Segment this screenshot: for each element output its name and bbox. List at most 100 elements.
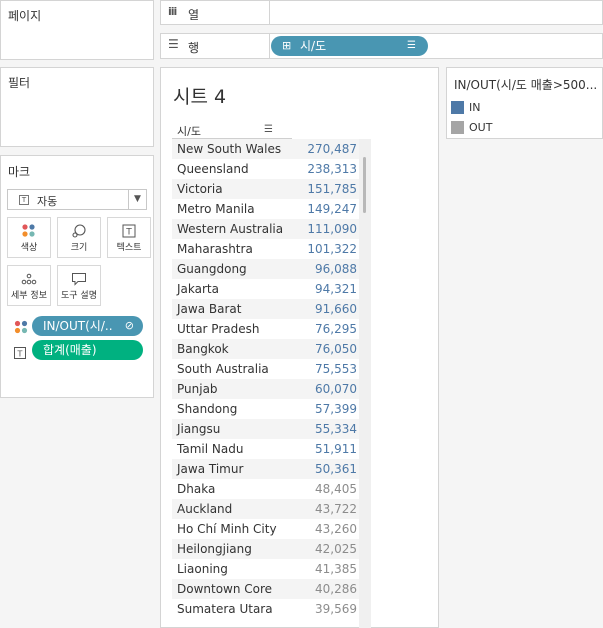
pages-card[interactable]: 페이지 bbox=[0, 0, 154, 60]
text-button[interactable]: T 텍스트 bbox=[107, 217, 151, 258]
expand-icon: ⊞ bbox=[282, 39, 292, 52]
table-row[interactable]: Sumatera Utara 39,569 bbox=[172, 599, 369, 619]
color-icon bbox=[8, 218, 50, 240]
text-icon: T bbox=[19, 195, 29, 205]
table-row[interactable]: Jakarta 94,321 bbox=[172, 279, 369, 299]
table-row[interactable]: Jiangsu 55,334 bbox=[172, 419, 369, 439]
row-region-name: Downtown Core bbox=[177, 582, 273, 596]
filters-title: 필터 bbox=[8, 76, 31, 90]
table-row[interactable]: Jawa Timur 50,361 bbox=[172, 459, 369, 479]
row-sales-value: 101,322 bbox=[307, 242, 357, 256]
row-sales-value: 48,405 bbox=[315, 482, 357, 496]
table-row[interactable]: Metro Manila 149,247 bbox=[172, 199, 369, 219]
row-region-name: Victoria bbox=[177, 182, 223, 196]
size-button[interactable]: 크기 bbox=[57, 217, 101, 258]
marks-title: 마크 bbox=[8, 165, 31, 179]
row-region-name: Metro Manila bbox=[177, 202, 255, 216]
row-sales-value: 76,050 bbox=[315, 342, 357, 356]
sort-icon[interactable]: ☰ bbox=[264, 124, 273, 135]
legend-swatch bbox=[451, 121, 464, 134]
tooltip-label: 도구 설명 bbox=[61, 291, 97, 301]
columns-label: 열 bbox=[188, 8, 200, 22]
row-sales-value: 151,785 bbox=[307, 182, 357, 196]
detail-label: 세부 정보 bbox=[11, 291, 47, 301]
text-icon: T bbox=[14, 344, 26, 363]
legend-label: OUT bbox=[469, 121, 493, 134]
detail-icon bbox=[8, 266, 50, 288]
table-row[interactable]: Western Australia 111,090 bbox=[172, 219, 369, 239]
row-region-name: Shandong bbox=[177, 402, 238, 416]
sort-icon: ☰ bbox=[407, 40, 416, 51]
sum-sales-text-pill[interactable]: 합계(매출) bbox=[32, 340, 143, 360]
filters-card[interactable]: 필터 bbox=[0, 67, 154, 147]
mark-type-dropdown[interactable]: T 자동 ▼ bbox=[7, 189, 147, 210]
text-icon: T bbox=[108, 218, 150, 240]
region-rows-pill[interactable]: ⊞ 시/도 ☰ bbox=[271, 36, 428, 56]
row-region-name: Auckland bbox=[177, 502, 233, 516]
rows-label: 행 bbox=[188, 41, 200, 55]
table-row[interactable]: Ho Chí Minh City 43,260 bbox=[172, 519, 369, 539]
table-row[interactable]: Uttar Pradesh 76,295 bbox=[172, 319, 369, 339]
row-region-name: Ho Chí Minh City bbox=[177, 522, 277, 536]
table-row[interactable]: South Australia 75,553 bbox=[172, 359, 369, 379]
table-row[interactable]: Heilongjiang 42,025 bbox=[172, 539, 369, 559]
row-sales-value: 75,553 bbox=[315, 362, 357, 376]
legend-label: IN bbox=[469, 101, 481, 114]
row-region-name: Punjab bbox=[177, 382, 218, 396]
row-sales-value: 55,334 bbox=[315, 422, 357, 436]
row-sales-value: 96,088 bbox=[315, 262, 357, 276]
tableau-workspace: 페이지 필터 마크 T 자동 ▼ 색상 크기 T 텍스트 세부 정보 도구 설명… bbox=[0, 0, 603, 628]
table-row[interactable]: Victoria 151,785 bbox=[172, 179, 369, 199]
table-row[interactable]: Queensland 238,313 bbox=[172, 159, 369, 179]
row-sales-value: 43,260 bbox=[315, 522, 357, 536]
row-sales-value: 39,569 bbox=[315, 602, 357, 616]
row-sales-value: 111,090 bbox=[307, 222, 357, 236]
row-region-name: Tamil Nadu bbox=[177, 442, 244, 456]
row-sales-value: 270,487 bbox=[307, 142, 357, 156]
legend-swatch bbox=[451, 101, 464, 114]
row-region-name: Bangkok bbox=[177, 342, 229, 356]
row-region-name: Jakarta bbox=[177, 282, 219, 296]
table-body: New South Wales 270,487 Queensland 238,313 V… bbox=[172, 139, 369, 619]
row-sales-value: 76,295 bbox=[315, 322, 357, 336]
table-row[interactable]: Auckland 43,722 bbox=[172, 499, 369, 519]
table-row[interactable]: Bangkok 76,050 bbox=[172, 339, 369, 359]
row-region-name: Guangdong bbox=[177, 262, 247, 276]
color-label: 색상 bbox=[20, 243, 38, 253]
row-sales-value: 57,399 bbox=[315, 402, 357, 416]
table-row[interactable]: Shandong 57,399 bbox=[172, 399, 369, 419]
table-row[interactable]: Dhaka 48,405 bbox=[172, 479, 369, 499]
row-sales-value: 42,025 bbox=[315, 542, 357, 556]
columns-icon: iii bbox=[168, 5, 177, 18]
rows-icon: ☰ bbox=[168, 37, 179, 51]
row-region-name: Western Australia bbox=[177, 222, 284, 236]
row-region-name: Jawa Timur bbox=[177, 462, 244, 476]
color-legend: IN/OUT(시/도 매출>500... IN OUT bbox=[446, 67, 603, 139]
table-row[interactable]: New South Wales 270,487 bbox=[172, 139, 369, 159]
row-region-name: Maharashtra bbox=[177, 242, 253, 256]
columns-shelf[interactable] bbox=[269, 0, 603, 25]
rows-shelf-label: ☰ 행 bbox=[160, 33, 270, 59]
sheet-view: 시트 4 시/도 ☰ New South Wales 270,487 Queensl… bbox=[160, 67, 439, 628]
color-button[interactable]: 색상 bbox=[7, 217, 51, 258]
table-row[interactable]: Maharashtra 101,322 bbox=[172, 239, 369, 259]
detail-button[interactable]: 세부 정보 bbox=[7, 265, 51, 306]
row-sales-value: 40,286 bbox=[315, 582, 357, 596]
in-out-color-pill[interactable]: IN/OUT(시/.. ⊘ bbox=[32, 316, 143, 336]
text-label: 텍스트 bbox=[116, 243, 142, 253]
scrollbar-thumb[interactable] bbox=[363, 157, 366, 213]
table-row[interactable]: Tamil Nadu 51,911 bbox=[172, 439, 369, 459]
table-row[interactable]: Jawa Barat 91,660 bbox=[172, 299, 369, 319]
table-row[interactable]: Guangdong 96,088 bbox=[172, 259, 369, 279]
table-row[interactable]: Punjab 60,070 bbox=[172, 379, 369, 399]
tooltip-icon bbox=[58, 266, 100, 288]
svg-text:T: T bbox=[17, 350, 23, 359]
row-sales-value: 238,313 bbox=[307, 162, 357, 176]
table-row[interactable]: Downtown Core 40,286 bbox=[172, 579, 369, 599]
sum-sales-pill-label: 합계(매출) bbox=[43, 343, 97, 357]
column-header[interactable]: 시/도 bbox=[177, 123, 201, 139]
table-row[interactable]: Liaoning 41,385 bbox=[172, 559, 369, 579]
row-sales-value: 94,321 bbox=[315, 282, 357, 296]
chevron-down-icon[interactable]: ▼ bbox=[128, 190, 146, 209]
tooltip-button[interactable]: 도구 설명 bbox=[57, 265, 101, 306]
